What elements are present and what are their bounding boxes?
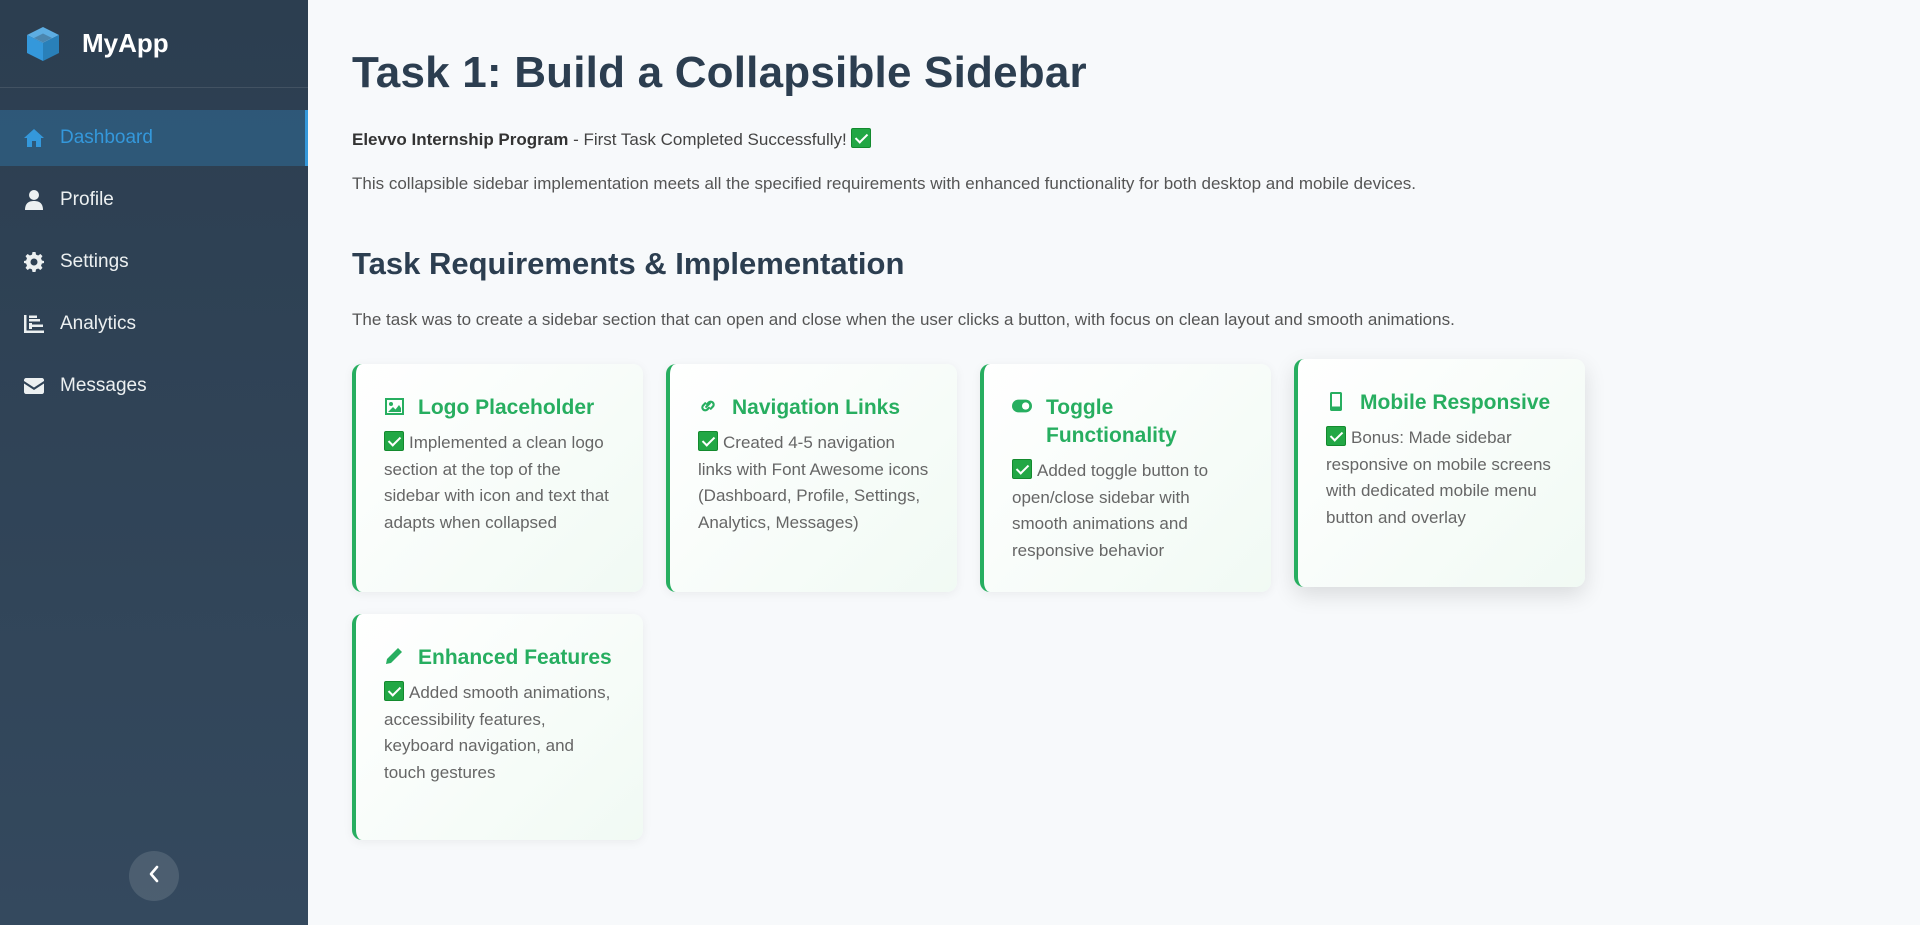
gear-icon xyxy=(22,250,46,274)
card-enhanced-features: Enhanced Features Added smooth animation… xyxy=(352,614,643,840)
chevron-left-icon xyxy=(148,865,160,888)
section-description: The task was to create a sidebar section… xyxy=(352,310,1455,329)
card-logo-placeholder: Logo Placeholder Implemented a clean log… xyxy=(352,364,643,592)
card-title: Logo Placeholder xyxy=(418,396,595,419)
checkmark-icon xyxy=(1012,459,1032,479)
sidebar: MyApp Dashboard Profile Settings Analyti… xyxy=(0,0,308,925)
card-text-content: Created 4-5 navigation links with Font A… xyxy=(698,433,929,532)
card-text-content: Implemented a clean logo section at the … xyxy=(384,433,609,532)
card-title: Mobile Responsive xyxy=(1360,391,1551,414)
sidebar-toggle-button[interactable] xyxy=(129,851,179,901)
intro-text: - First Task Completed Successfully! xyxy=(568,130,852,149)
card-title: Navigation Links xyxy=(732,396,901,419)
sidebar-item-settings[interactable]: Settings xyxy=(0,234,308,290)
cube-icon xyxy=(24,25,62,63)
main-content: Task 1: Build a Collapsible Sidebar Elev… xyxy=(308,0,1920,925)
card-text: Added toggle button to open/close sideba… xyxy=(1012,458,1247,564)
card-navigation-links: Navigation Links Created 4-5 navigation … xyxy=(666,364,957,592)
pencil-icon xyxy=(384,644,404,668)
sidebar-item-profile[interactable]: Profile xyxy=(0,172,308,228)
sidebar-item-label: Analytics xyxy=(60,313,137,334)
checkmark-icon xyxy=(384,431,404,451)
user-icon xyxy=(22,188,46,212)
link-icon xyxy=(698,394,718,418)
page-title: Task 1: Build a Collapsible Sidebar xyxy=(352,48,1087,97)
sidebar-nav: Dashboard Profile Settings Analytics Mes… xyxy=(0,110,308,414)
sidebar-item-label: Settings xyxy=(60,251,129,272)
sidebar-item-label: Dashboard xyxy=(60,127,153,148)
card-text: Created 4-5 navigation links with Font A… xyxy=(698,430,933,536)
envelope-icon xyxy=(22,374,46,398)
checkmark-icon xyxy=(851,128,872,148)
sidebar-item-analytics[interactable]: Analytics xyxy=(0,296,308,352)
page-description: This collapsible sidebar implementation … xyxy=(352,174,1417,193)
section-title: Task Requirements & Implementation xyxy=(352,246,905,281)
intro-line: Elevvo Internship Program - First Task C… xyxy=(352,128,1920,150)
card-text: Implemented a clean logo section at the … xyxy=(384,430,619,536)
program-name: Elevvo Internship Program xyxy=(352,130,569,149)
app-name: MyApp xyxy=(82,28,169,58)
requirements-grid: Logo Placeholder Implemented a clean log… xyxy=(352,359,1652,844)
card-text-content: Added toggle button to open/close sideba… xyxy=(1012,461,1209,560)
card-title: Enhanced Features xyxy=(418,646,612,669)
checkmark-icon xyxy=(698,431,718,451)
card-text: Added smooth animations, accessibility f… xyxy=(384,680,619,786)
card-text-content: Added smooth animations, accessibility f… xyxy=(384,683,611,782)
checkmark-icon xyxy=(384,681,404,701)
sidebar-item-label: Profile xyxy=(60,189,114,210)
chart-icon xyxy=(22,312,46,336)
sidebar-item-dashboard[interactable]: Dashboard xyxy=(0,110,308,166)
sidebar-item-messages[interactable]: Messages xyxy=(0,358,308,414)
checkmark-icon xyxy=(1326,426,1346,446)
card-title: Toggle Functionality xyxy=(1046,396,1177,447)
card-text-content: Bonus: Made sidebar responsive on mobile… xyxy=(1326,428,1551,527)
card-text: Bonus: Made sidebar responsive on mobile… xyxy=(1326,425,1561,531)
image-icon xyxy=(384,394,404,418)
logo[interactable]: MyApp xyxy=(0,0,308,88)
card-mobile-responsive: Mobile Responsive Bonus: Made sidebar re… xyxy=(1294,359,1585,587)
toggle-icon xyxy=(1012,394,1032,418)
home-icon xyxy=(22,126,46,150)
mobile-icon xyxy=(1326,389,1346,413)
sidebar-item-label: Messages xyxy=(60,375,147,396)
card-toggle-functionality: Toggle Functionality Added toggle button… xyxy=(980,364,1271,592)
